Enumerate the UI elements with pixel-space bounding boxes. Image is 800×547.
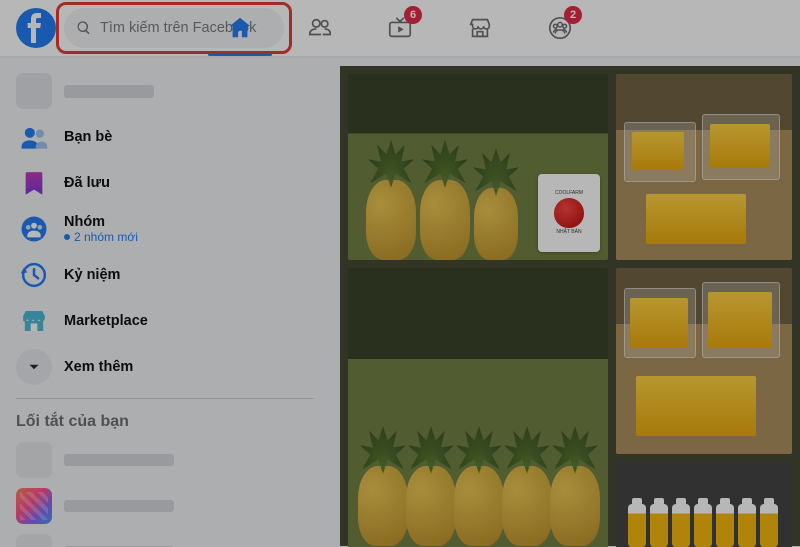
friends-color-icon [16,119,52,155]
sidebar-item-friends[interactable]: Bạn bè [8,114,322,160]
search-icon [76,20,92,36]
friends-icon [307,15,333,41]
sidebar-item-label: Bạn bè [64,129,112,146]
product-box: COOLFARM NHẬT BẢN [538,174,600,252]
photo-grid: COOLFARM NHẬT BẢN [348,74,792,538]
profile-name-redacted [64,85,154,98]
sidebar-item-label: Xem thêm [64,359,133,376]
watch-badge: 6 [404,6,422,24]
groups-color-icon [16,211,52,247]
marketplace-icon [467,15,493,41]
photo-thumbnail[interactable]: COOLFARM NHẬT BẢN [348,74,608,260]
marketplace-color-icon [16,303,52,339]
nav-watch[interactable]: 6 [364,0,436,56]
photo-thumbnail[interactable] [616,74,792,260]
divider [16,398,314,399]
shortcut-thumbnail [16,488,52,524]
bookmark-icon [16,165,52,201]
memories-icon [16,257,52,293]
photo-thumbnail[interactable] [348,268,608,547]
nav-groups[interactable]: 2 [524,0,596,56]
photo-thumbnail[interactable] [616,268,792,454]
shortcut-label-redacted [64,454,174,466]
left-sidebar: Bạn bè Đã lưu Nhóm 2 nhóm mới Kỷ niệm [0,56,330,547]
sidebar-item-profile[interactable] [8,68,322,114]
shortcut-thumbnail [16,442,52,478]
sidebar-item-label: Marketplace [64,313,148,330]
sidebar-item-label: Đã lưu [64,175,110,192]
nav-marketplace[interactable] [444,0,516,56]
avatar [16,73,52,109]
sidebar-item-label: Kỷ niệm [64,267,120,284]
nav-friends[interactable] [284,0,356,56]
sidebar-item-marketplace[interactable]: Marketplace [8,298,322,344]
top-bar: 6 2 [0,0,800,56]
sidebar-item-sublabel: 2 nhóm mới [64,230,138,244]
home-icon [227,15,253,41]
sidebar-item-memories[interactable]: Kỷ niệm [8,252,322,298]
shortcut-item[interactable] [8,529,322,547]
app-root: 6 2 Bạn bè Đã lưu [0,0,800,547]
feed: COOLFARM NHẬT BẢN [330,56,800,547]
shortcut-thumbnail [16,534,52,547]
sidebar-item-text: Nhóm 2 nhóm mới [64,214,138,245]
shortcuts-heading: Lối tắt của bạn [8,407,322,437]
sidebar-item-groups[interactable]: Nhóm 2 nhóm mới [8,206,322,252]
sidebar-item-label: Nhóm [64,214,138,231]
groups-badge: 2 [564,6,582,24]
top-nav: 6 2 [204,0,596,56]
nav-home[interactable] [204,0,276,56]
chevron-down-icon [16,349,52,385]
sidebar-item-see-more[interactable]: Xem thêm [8,344,322,390]
shortcut-item[interactable] [8,483,322,529]
shortcut-label-redacted [64,500,174,512]
sidebar-item-saved[interactable]: Đã lưu [8,160,322,206]
photo-post[interactable]: COOLFARM NHẬT BẢN [340,66,800,546]
photo-thumbnail[interactable] [616,462,792,547]
shortcut-item[interactable] [8,437,322,483]
facebook-logo[interactable] [16,8,56,48]
